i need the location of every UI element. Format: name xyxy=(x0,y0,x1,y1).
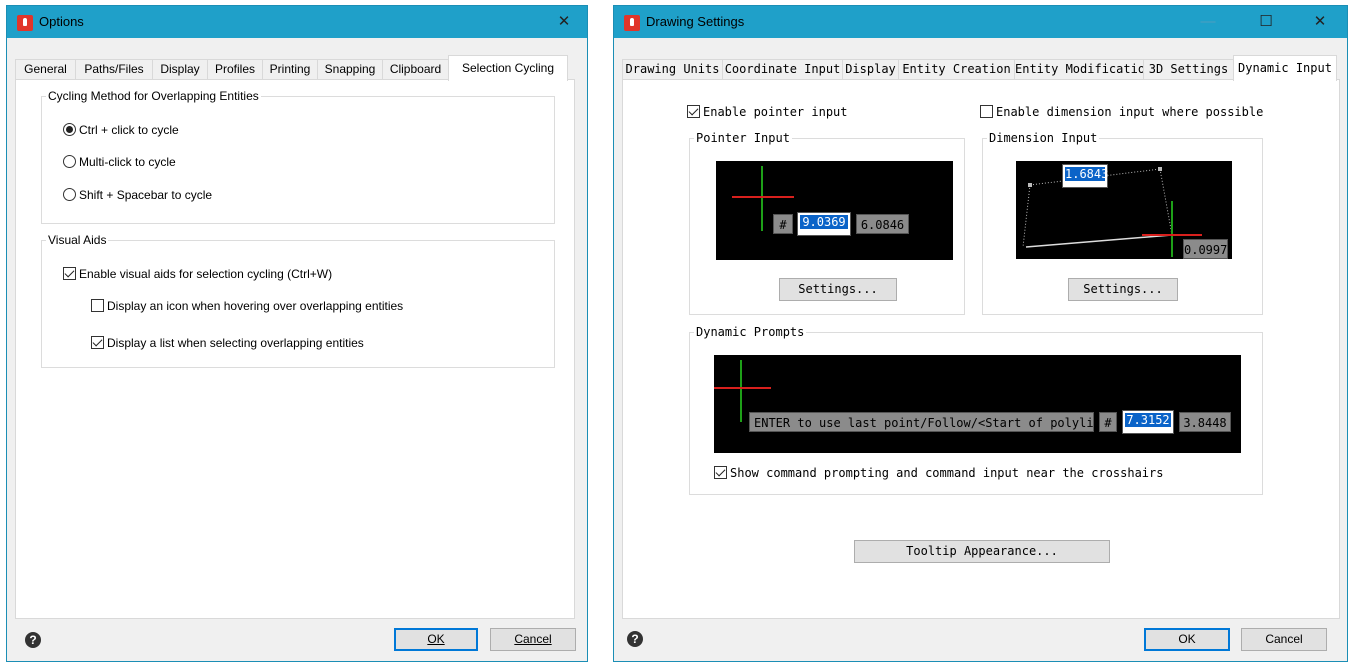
drawing-settings-titlebar[interactable]: Drawing Settings — ☐ ✕ xyxy=(614,6,1347,38)
tab-coordinate-input[interactable]: Coordinate Input xyxy=(722,59,843,80)
checkbox-icon xyxy=(980,105,993,118)
radio-multi-click[interactable]: Multi-click to cycle xyxy=(63,155,176,169)
dimension-input-preview: 1.6843 0.0997 xyxy=(1016,161,1232,259)
tab-profiles[interactable]: Profiles xyxy=(207,59,263,80)
minimize-icon[interactable]: — xyxy=(1185,6,1231,38)
enable-visual-aids-checkbox[interactable]: Enable visual aids for selection cycling… xyxy=(63,267,332,281)
visual-aids-legend: Visual Aids xyxy=(48,233,107,247)
dimension-angle-field: 0.0997 xyxy=(1183,239,1228,259)
options-tabs: General Paths/Files Display Profiles Pri… xyxy=(15,55,575,81)
display-icon-checkbox[interactable]: Display an icon when hovering over overl… xyxy=(91,299,403,313)
command-prompt-text: ENTER to use last point/Follow/<Start of… xyxy=(749,412,1122,432)
radio-selected-icon xyxy=(63,123,76,136)
tab-selection-cycling[interactable]: Selection Cycling xyxy=(448,55,568,81)
crosshair-vertical xyxy=(761,166,763,231)
options-titlebar[interactable]: Options ✕ xyxy=(7,6,587,38)
drawing-settings-tabs: Drawing Units Coordinate Input Display E… xyxy=(622,55,1342,81)
help-icon[interactable]: ? xyxy=(25,632,41,648)
crosshair-horizontal xyxy=(714,387,771,389)
dimension-length-field: 1.6843 xyxy=(1062,164,1108,188)
enable-pointer-input-checkbox[interactable]: Enable pointer input xyxy=(687,105,848,119)
checkbox-icon xyxy=(91,299,104,312)
prompt-x-field: 7.3152 xyxy=(1122,410,1174,434)
pointer-input-preview: # 9.0369 6.0846 xyxy=(716,161,953,260)
tab-3d-settings[interactable]: 3D Settings xyxy=(1143,59,1234,80)
cycling-method-legend: Cycling Method for Overlapping Entities xyxy=(48,89,259,103)
radio-ctrl-click[interactable]: Ctrl + click to cycle xyxy=(63,123,179,137)
crosshair-vertical xyxy=(1171,201,1173,257)
tab-paths-files[interactable]: Paths/Files xyxy=(75,59,153,80)
radio-icon xyxy=(63,188,76,201)
tab-drawing-units[interactable]: Drawing Units xyxy=(622,59,723,80)
crosshair-vertical xyxy=(740,360,742,422)
enable-dimension-input-checkbox[interactable]: Enable dimension input where possible xyxy=(980,105,1263,119)
crosshair-horizontal xyxy=(1142,234,1202,236)
display-list-checkbox[interactable]: Display a list when selecting overlappin… xyxy=(91,336,364,350)
dimension-input-legend: Dimension Input xyxy=(989,131,1098,145)
tab-clipboard[interactable]: Clipboard xyxy=(382,59,449,80)
y-coordinate-field: 6.0846 xyxy=(856,214,909,234)
tab-dynamic-input[interactable]: Dynamic Input xyxy=(1233,55,1337,81)
tab-display[interactable]: Display xyxy=(842,59,899,80)
checkbox-checked-icon xyxy=(63,267,76,280)
close-icon[interactable]: ✕ xyxy=(541,6,587,38)
tab-display[interactable]: Display xyxy=(152,59,208,80)
dynamic-prompts-legend: Dynamic Prompts xyxy=(696,325,805,339)
cancel-button[interactable]: Cancel xyxy=(1241,628,1327,651)
maximize-icon[interactable]: ☐ xyxy=(1243,6,1289,38)
tab-entity-creation[interactable]: Entity Creation xyxy=(898,59,1015,80)
drawing-settings-panel: Enable pointer input Enable dimension in… xyxy=(622,79,1340,619)
options-dialog: Options ✕ General Paths/Files Display Pr… xyxy=(6,5,588,662)
show-command-prompting-checkbox[interactable]: Show command prompting and command input… xyxy=(714,466,1163,480)
radio-shift-spacebar[interactable]: Shift + Spacebar to cycle xyxy=(63,188,212,202)
cancel-button[interactable]: Cancel xyxy=(490,628,576,651)
ok-button[interactable]: OK xyxy=(1144,628,1230,651)
tooltip-appearance-button[interactable]: Tooltip Appearance... xyxy=(854,540,1110,563)
drawing-settings-title: Drawing Settings xyxy=(646,14,745,29)
help-icon[interactable]: ? xyxy=(627,631,643,647)
x-coordinate-field: 9.0369 xyxy=(797,212,851,236)
options-panel: Cycling Method for Overlapping Entities … xyxy=(15,79,575,619)
tab-snapping[interactable]: Snapping xyxy=(317,59,383,80)
checkbox-checked-icon xyxy=(91,336,104,349)
dynamic-prompts-preview: ENTER to use last point/Follow/<Start of… xyxy=(714,355,1241,453)
dimension-settings-button[interactable]: Settings... xyxy=(1068,278,1178,301)
options-title: Options xyxy=(39,14,84,29)
pointer-settings-button[interactable]: Settings... xyxy=(779,278,897,301)
close-icon[interactable]: ✕ xyxy=(1297,6,1343,38)
app-icon xyxy=(624,15,640,31)
hash-chip: # xyxy=(1099,412,1117,432)
drawing-settings-dialog: Drawing Settings — ☐ ✕ Drawing Units Coo… xyxy=(613,5,1348,662)
ok-button[interactable]: OK xyxy=(394,628,478,651)
checkbox-checked-icon xyxy=(687,105,700,118)
hash-chip: # xyxy=(773,214,793,234)
tab-entity-modification[interactable]: Entity Modification xyxy=(1014,59,1152,80)
crosshair-horizontal xyxy=(732,196,794,198)
app-icon xyxy=(17,15,33,31)
checkbox-checked-icon xyxy=(714,466,727,479)
radio-icon xyxy=(63,155,76,168)
tab-printing[interactable]: Printing xyxy=(262,59,318,80)
prompt-y-field: 3.8448 xyxy=(1179,412,1231,432)
tab-general[interactable]: General xyxy=(15,59,76,80)
pointer-input-legend: Pointer Input xyxy=(696,131,790,145)
